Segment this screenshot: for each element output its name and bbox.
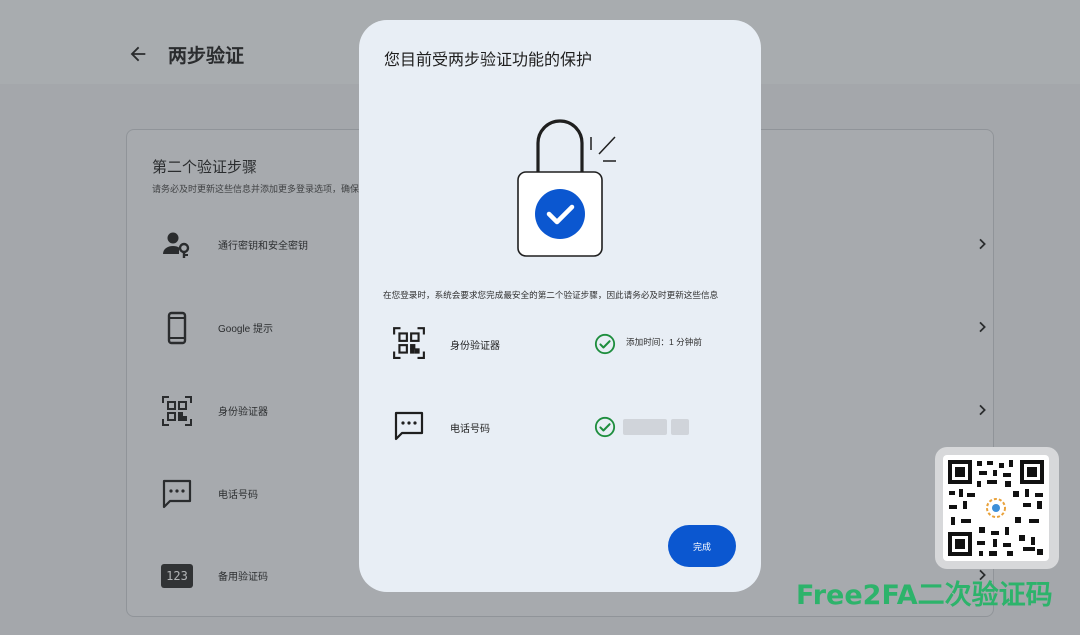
redacted-phone-number (623, 419, 667, 435)
protection-row-authenticator: 身份验证器 添加时间：1 分钟前 (383, 323, 743, 363)
dialog-description: 在您登录时，系统会要求您完成最安全的第二个验证步骤，因此请务必及时更新这些信息 (383, 290, 719, 300)
protection-row-phone: 电话号码 (383, 406, 743, 446)
row-label: 身份验证器 (450, 341, 500, 352)
qr-code-pattern (948, 460, 1044, 556)
row-label: 电话号码 (450, 424, 490, 435)
dialog-title: 您目前受两步验证功能的保护 (384, 52, 593, 69)
message-icon (391, 408, 427, 444)
lock-check-illustration (517, 119, 616, 257)
redacted-phone-number (671, 419, 689, 435)
watermark-text: Free2FA二次验证码 (796, 580, 1053, 611)
check-circle-icon (594, 333, 616, 355)
row-status: 添加时间：1 分钟前 (626, 337, 702, 347)
qr-icon (391, 325, 427, 361)
done-button[interactable]: 完成 (668, 525, 736, 567)
qr-code-card (935, 447, 1059, 569)
qr-code (943, 455, 1049, 561)
protection-dialog: 您目前受两步验证功能的保护 在您登录时，系统会要求您完成最安全的第二个验证步骤，… (359, 20, 761, 592)
check-circle-icon (594, 416, 616, 438)
